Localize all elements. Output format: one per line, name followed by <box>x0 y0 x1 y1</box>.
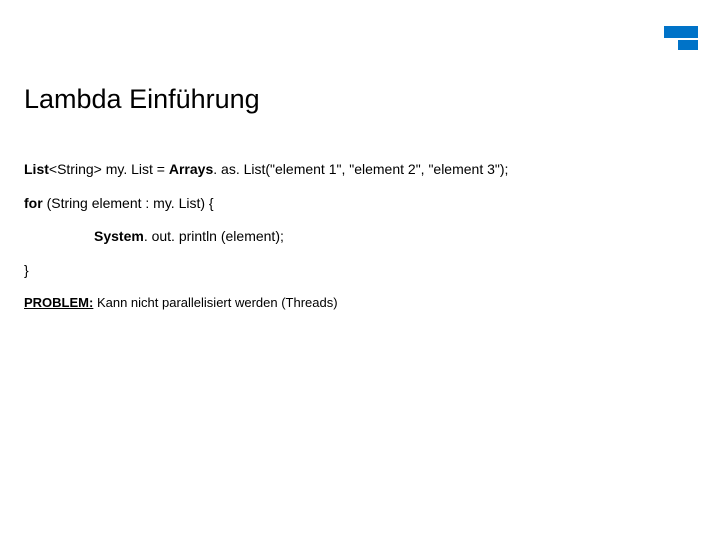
problem-label: PROBLEM: <box>24 295 93 310</box>
code-generic: <String> <box>49 161 102 177</box>
code-text: (String <box>47 195 92 211</box>
problem-text: Kann nicht parallelisiert werden (Thread… <box>93 295 337 310</box>
code-text: . out. println (element); <box>144 228 284 244</box>
code-keyword-system: System <box>94 228 144 244</box>
code-keyword-arrays: Arrays <box>169 161 213 177</box>
code-line-3: System. out. println (element); <box>24 227 696 247</box>
logo-shape-top <box>664 26 698 38</box>
code-line-1: List<String> my. List = Arrays. as. List… <box>24 160 696 180</box>
code-text: . as. List("element 1", "element 2", "el… <box>213 161 508 177</box>
code-text: my. List = <box>102 161 169 177</box>
code-keyword-for: for <box>24 195 47 211</box>
logo-shape-bottom <box>678 40 698 50</box>
slide: Lambda Einführung List<String> my. List … <box>0 0 720 540</box>
code-line-2: for (String element : my. List) { <box>24 194 696 214</box>
slide-title: Lambda Einführung <box>24 84 260 115</box>
code-line-4: } <box>24 261 696 281</box>
corner-logo <box>664 26 698 50</box>
code-block: List<String> my. List = Arrays. as. List… <box>24 160 696 280</box>
slide-body: List<String> my. List = Arrays. as. List… <box>24 160 696 313</box>
problem-note: PROBLEM: Kann nicht parallelisiert werde… <box>24 294 696 312</box>
code-keyword-list: List <box>24 161 49 177</box>
code-text: element : my. List) { <box>92 195 214 211</box>
